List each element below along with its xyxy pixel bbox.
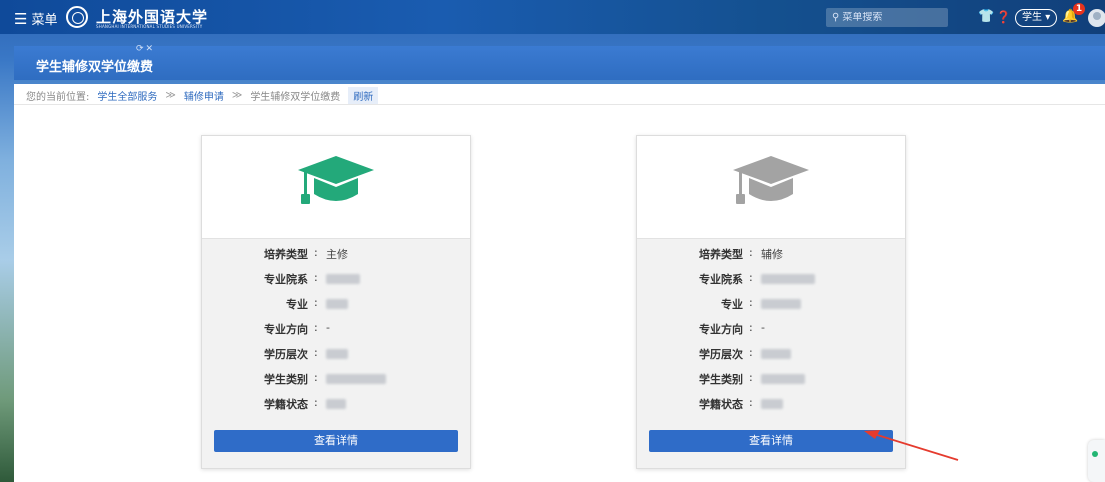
info-label: 学生类别 — [699, 373, 743, 386]
menu-search-input[interactable] — [842, 12, 933, 23]
menu-button[interactable]: ☰ 菜单 — [14, 9, 58, 29]
info-row: 学生类别: — [637, 371, 905, 387]
info-row: 学籍状态: — [202, 396, 470, 412]
info-label: 培养类型 — [264, 248, 308, 261]
info-value: 辅修 — [761, 248, 783, 261]
info-label: 专业院系 — [699, 273, 743, 286]
info-row: 培养类型: 主修 — [202, 246, 470, 262]
info-value: - — [326, 321, 330, 334]
view-details-button[interactable]: 查看详情 — [649, 430, 893, 452]
info-row: 专业院系: — [637, 271, 905, 287]
role-switch-dropdown[interactable]: 学生 ▾ — [1015, 9, 1058, 27]
info-label: 专业 — [286, 298, 308, 311]
redacted-value — [761, 399, 783, 409]
info-colon: : — [314, 396, 318, 409]
top-navigation-bar: ☰ 菜单 上海外国语大学 SHANGHAI INTERNATIONAL STUD… — [0, 0, 1105, 34]
redacted-value — [761, 299, 801, 309]
breadcrumb-prefix: 您的当前位置: — [26, 92, 90, 103]
info-colon: : — [749, 346, 753, 359]
info-colon: : — [314, 246, 318, 259]
annotation-arrow — [864, 430, 959, 461]
user-avatar[interactable] — [1088, 9, 1105, 27]
redacted-value — [326, 399, 346, 409]
info-colon: : — [314, 271, 318, 284]
info-colon: : — [749, 396, 753, 409]
info-row: 学籍状态: — [637, 396, 905, 412]
main-content: 您的当前位置: 学生全部服务 ≫ 辅修申请 ≫ 学生辅修双学位缴费 刷新 培养类… — [14, 84, 1105, 482]
info-label: 学历层次 — [699, 348, 743, 361]
graduation-cap-icon — [733, 156, 809, 204]
side-float-tab[interactable] — [1088, 440, 1105, 482]
page-tab-bar: ⟳✕ 学生辅修双学位缴费 — [14, 44, 1105, 80]
redacted-value — [761, 374, 805, 384]
view-details-button[interactable]: 查看详情 — [214, 430, 458, 452]
university-seal-logo — [66, 6, 88, 28]
breadcrumb-item-current: 学生辅修双学位缴费 — [250, 92, 341, 103]
info-colon: : — [314, 371, 318, 384]
info-value: - — [761, 321, 765, 334]
redacted-value — [326, 274, 360, 284]
info-row: 专业: — [637, 296, 905, 312]
hamburger-icon: ☰ — [14, 9, 28, 28]
info-label: 专业院系 — [264, 273, 308, 286]
breadcrumb-separator: ≫ — [231, 90, 243, 101]
redacted-value — [326, 374, 386, 384]
shirt-icon[interactable]: 👕 — [978, 9, 994, 25]
info-row: 专业: — [202, 296, 470, 312]
university-logo-subtitle: SHANGHAI INTERNATIONAL STUDIES UNIVERSIT… — [96, 24, 203, 29]
info-label: 专业方向 — [264, 323, 308, 336]
info-colon: : — [314, 296, 318, 309]
info-row: 学历层次: — [637, 346, 905, 362]
info-label: 培养类型 — [699, 248, 743, 261]
info-label: 学籍状态 — [264, 398, 308, 411]
menu-label: 菜单 — [31, 13, 58, 28]
info-colon: : — [749, 271, 753, 284]
redacted-value — [326, 299, 348, 309]
help-icon[interactable]: ❓ — [996, 9, 1011, 25]
program-card-major: 培养类型: 主修 专业院系: 专业: 专业方向: - 学历层次: 学生类别: 学籍状态: 查看详… — [201, 135, 471, 469]
redacted-value — [326, 349, 348, 359]
info-row: 培养类型: 辅修 — [637, 246, 905, 262]
info-colon: : — [749, 371, 753, 384]
menu-search-box[interactable]: ⚲ — [826, 8, 948, 27]
tab-action-icons[interactable]: ⟳✕ — [136, 44, 155, 54]
breadcrumb: 您的当前位置: 学生全部服务 ≫ 辅修申请 ≫ 学生辅修双学位缴费 刷新 — [26, 87, 379, 104]
search-icon: ⚲ — [832, 12, 840, 23]
info-row: 专业院系: — [202, 271, 470, 287]
breadcrumb-separator: ≫ — [165, 90, 176, 101]
role-label: 学生 — [1022, 12, 1042, 23]
info-row: 专业方向: - — [637, 321, 905, 337]
breadcrumb-item-minor-apply[interactable]: 辅修申请 — [184, 88, 224, 103]
program-card-minor: 培养类型: 辅修 专业院系: 专业: 专业方向: - 学历层次: 学生类别: 学籍状态: 查看详… — [636, 135, 906, 469]
card-header — [637, 136, 905, 239]
info-colon: : — [749, 296, 753, 309]
breadcrumb-divider — [14, 104, 1105, 105]
info-label: 学历层次 — [264, 348, 308, 361]
graduation-cap-icon — [298, 156, 374, 204]
caret-down-icon: ▾ — [1045, 12, 1051, 23]
info-row: 专业方向: - — [202, 321, 470, 337]
info-label: 学籍状态 — [699, 398, 743, 411]
info-colon: : — [749, 246, 753, 259]
info-colon: : — [314, 346, 318, 359]
breadcrumb-item-all-services[interactable]: 学生全部服务 — [97, 88, 157, 103]
info-colon: : — [314, 321, 318, 334]
notification-badge: 1 — [1073, 3, 1085, 15]
info-label: 学生类别 — [264, 373, 308, 386]
info-colon: : — [749, 321, 753, 334]
info-value: 主修 — [326, 248, 348, 261]
info-row: 学生类别: — [202, 371, 470, 387]
info-label: 专业方向 — [699, 323, 743, 336]
info-row: 学历层次: — [202, 346, 470, 362]
page-tab-title[interactable]: 学生辅修双学位缴费 — [36, 56, 153, 75]
info-label: 专业 — [721, 298, 743, 311]
refresh-button[interactable]: 刷新 — [348, 87, 379, 104]
card-header — [202, 136, 470, 239]
redacted-value — [761, 349, 791, 359]
redacted-value — [761, 274, 815, 284]
